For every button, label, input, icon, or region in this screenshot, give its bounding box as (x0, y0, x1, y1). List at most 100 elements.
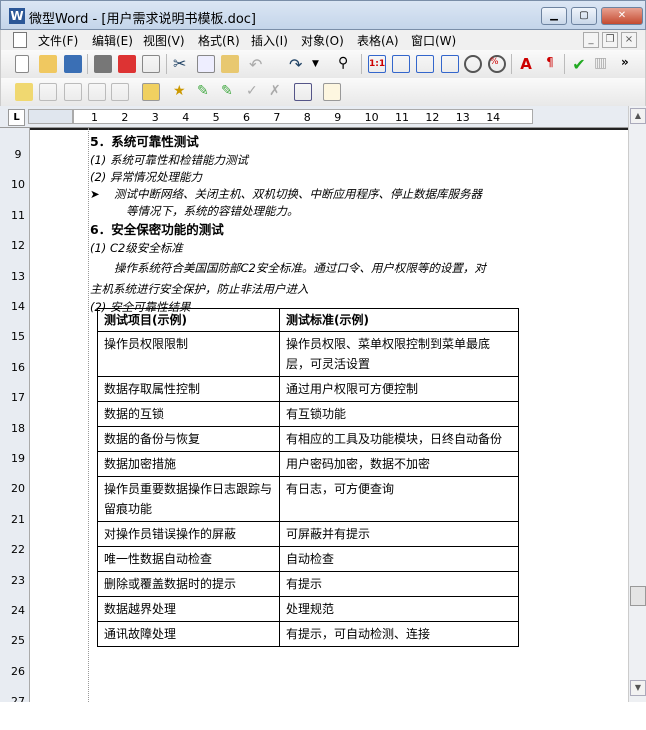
open-icon[interactable] (39, 55, 57, 73)
table-row: 数据加密措施 用户密码加密，数据不加密 (97, 451, 519, 477)
paragraph-icon[interactable]: ¶ (541, 55, 559, 73)
undo-icon[interactable]: ↶ (249, 55, 267, 74)
table-row: 数据的互锁 有互锁功能 (97, 401, 519, 427)
ruler-number: 25 (11, 634, 25, 648)
menu-insert[interactable]: 插入(I) (251, 32, 288, 49)
ruler-number: 23 (11, 573, 25, 587)
maximize-button[interactable]: ▢ (571, 7, 597, 25)
minimize-button[interactable]: ▁ (541, 7, 567, 25)
paragraph-line: 操作系统符合美国国防部C2安全标准。通过口令、用户权限等的设置，对 (114, 261, 486, 275)
next-comment-icon[interactable] (111, 83, 129, 101)
find-icon[interactable]: ⚲ (338, 55, 356, 73)
two-pages-icon[interactable] (441, 55, 459, 73)
document-page[interactable]: 5．系统可靠性测试 (1) 系统可靠性和检错能力测试 (2) 异常情况处理能力 … (30, 128, 628, 702)
accept-change-icon[interactable]: ✓ (246, 83, 264, 101)
ruler-number: 12 (11, 239, 25, 253)
previous-comment-icon[interactable] (88, 83, 106, 101)
menu-edit[interactable]: 编辑(E) (92, 32, 133, 49)
zoom-icon[interactable] (464, 55, 482, 73)
zoom-percent-icon[interactable]: % (488, 55, 506, 73)
test-standard-cell: 处理规范 (279, 596, 519, 622)
table-row: 操作员重要数据操作日志跟踪与留痕功能 有日志，可方便查询 (97, 476, 519, 522)
reject-change-icon[interactable]: ✗ (269, 83, 287, 101)
reviewing-pane-icon[interactable] (323, 83, 341, 101)
show-comments-icon[interactable] (142, 83, 160, 101)
ruler-number: 12 (425, 111, 440, 124)
page-width-icon[interactable] (392, 55, 410, 73)
menu-format[interactable]: 格式(R) (198, 32, 240, 49)
test-item-cell: 数据的备份与恢复 (97, 426, 280, 452)
list-item: (2) 异常情况处理能力 (90, 170, 202, 184)
ruler-number: 4 (182, 111, 190, 124)
ruler-number: 5 (212, 111, 220, 124)
actual-size-icon[interactable]: 1:1 (368, 55, 386, 73)
scroll-thumb[interactable] (630, 586, 646, 606)
redo-dropdown-icon[interactable]: ▼ (312, 55, 330, 73)
close-button[interactable]: ✕ (601, 7, 643, 25)
previous-change-icon[interactable]: ✎ (197, 83, 215, 101)
menu-view[interactable]: 视图(V) (143, 32, 185, 49)
list-item: (1) 系统可靠性和检错能力测试 (90, 153, 248, 167)
cut-icon[interactable]: ✂ (173, 55, 191, 73)
horizontal-ruler[interactable]: L 1 2 3 4 5 6 7 8 9 10 11 12 13 14 (0, 106, 646, 128)
paragraph-line: 主机系统进行安全保护，防止非法用户进入 (90, 282, 309, 296)
one-page-icon[interactable] (416, 55, 434, 73)
scroll-up-button[interactable]: ▲ (630, 108, 646, 124)
copy-icon[interactable] (197, 55, 215, 73)
menu-table[interactable]: 表格(A) (357, 32, 399, 49)
chart-icon[interactable]: ▥ (594, 55, 612, 73)
test-item-cell: 数据越界处理 (97, 596, 280, 622)
test-item-cell: 操作员重要数据操作日志跟踪与留痕功能 (97, 476, 280, 522)
menu-file[interactable]: 文件(F) (38, 32, 78, 49)
new-comment-icon[interactable] (15, 83, 33, 101)
paste-icon[interactable] (221, 55, 239, 73)
print-icon[interactable] (94, 55, 112, 73)
test-standard-cell: 可屏蔽并有提示 (279, 521, 519, 547)
table-header: 测试项目(示例) (97, 308, 280, 332)
ruler-number: 19 (11, 452, 25, 465)
next-change-icon[interactable]: ✎ (221, 83, 239, 101)
print-preview-icon[interactable] (142, 55, 160, 73)
table-row: 操作员权限限制 操作员权限、菜单权限控制到菜单最底层，可灵活设置 (97, 331, 519, 377)
pdf-icon[interactable] (118, 55, 136, 73)
document-icon[interactable] (13, 32, 27, 48)
doc-restore-button[interactable]: ❐ (602, 32, 618, 48)
ruler-number: 1 (91, 111, 98, 124)
test-standard-cell: 用户密码加密，数据不加密 (279, 451, 519, 477)
tab-stop-selector[interactable]: L (8, 109, 25, 126)
ruler-number: 21 (11, 512, 25, 526)
font-icon[interactable]: A (517, 55, 535, 73)
window-title: 微型Word - [用户需求说明书模板.doc] (29, 12, 256, 27)
more-tools-icon[interactable]: » (621, 55, 639, 73)
spellcheck-icon[interactable]: ✔ (570, 55, 588, 74)
security-results-table[interactable]: 测试项目(示例) 测试标准(示例) 操作员权限限制 操作员权限、菜单权限控制到菜单… (97, 308, 519, 647)
heading-5: 5．系统可靠性测试 (90, 134, 199, 149)
test-standard-cell: 有提示，可自动检测、连接 (279, 621, 519, 647)
doc-close-button[interactable]: × (621, 32, 637, 48)
delete-comment-icon[interactable] (64, 83, 82, 101)
edit-document-icon[interactable] (294, 83, 312, 101)
document-body[interactable]: 5．系统可靠性测试 (1) 系统可靠性和检错能力测试 (2) 异常情况处理能力 … (90, 132, 560, 316)
word-app-icon: W (9, 8, 25, 24)
vertical-scrollbar[interactable]: ▲ ▼ (628, 106, 646, 702)
ruler-number: 9 (334, 111, 342, 124)
test-item-cell: 通讯故障处理 (97, 621, 280, 647)
ruler-number: 11 (11, 208, 25, 222)
save-icon[interactable] (64, 55, 82, 73)
menu-window[interactable]: 窗口(W) (411, 32, 456, 49)
test-standard-cell: 操作员权限、菜单权限控制到菜单最底层，可灵活设置 (279, 331, 519, 377)
edit-comment-icon[interactable] (39, 83, 57, 101)
ruler-number: 20 (11, 482, 25, 496)
table-row: 数据存取属性控制 通过用户权限可方便控制 (97, 376, 519, 402)
new-icon[interactable] (15, 55, 29, 73)
redo-icon[interactable]: ↷ (289, 55, 307, 74)
track-changes-icon[interactable]: ★ (173, 83, 191, 101)
doc-minimize-button[interactable]: _ (583, 32, 599, 48)
scroll-down-button[interactable]: ▼ (630, 680, 646, 696)
review-toolbar: ★ ✎ ✎ ✓ ✗ (0, 78, 646, 106)
ruler-number: 22 (11, 543, 25, 557)
ruler-number: 15 (11, 330, 25, 344)
menu-object[interactable]: 对象(O) (301, 32, 344, 49)
table-header: 测试标准(示例) (279, 308, 519, 332)
test-item-cell: 对操作员错误操作的屏蔽 (97, 521, 280, 547)
